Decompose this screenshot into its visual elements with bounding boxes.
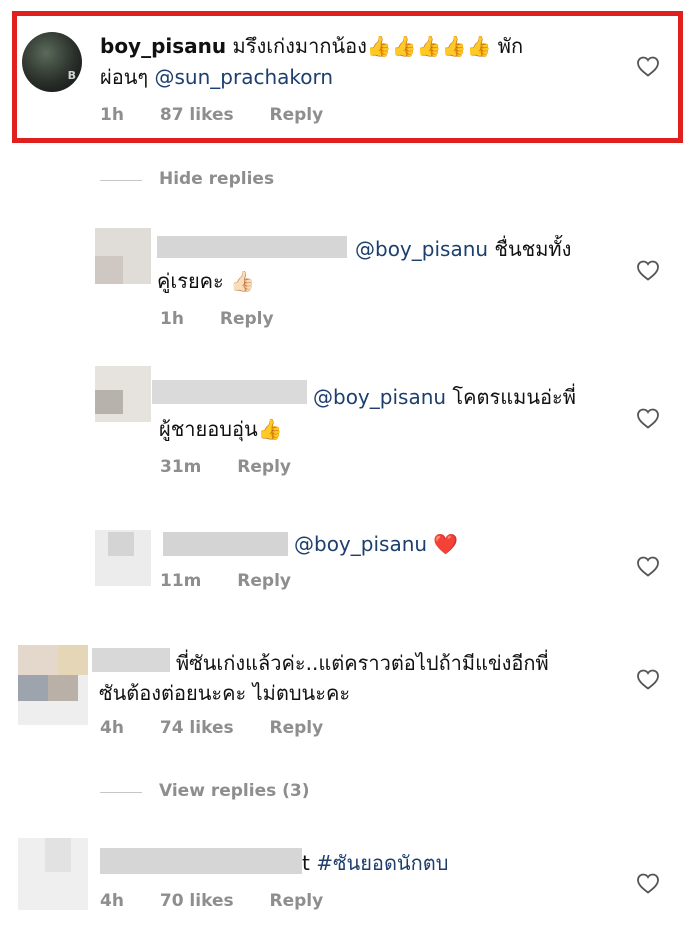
heart-outline-icon[interactable] <box>636 259 660 281</box>
avatar-pixel <box>45 838 71 872</box>
comment-meta: 4h 74 likes Reply <box>100 718 353 738</box>
comment-body: มรึงเก่งมากน้อง👍👍👍👍👍 พัก <box>232 34 524 58</box>
heart-outline-icon[interactable] <box>636 407 660 429</box>
avatar-pixel <box>95 390 123 414</box>
reply-button[interactable]: Reply <box>270 718 324 738</box>
timestamp: 4h <box>100 891 124 911</box>
comment-meta: 1h Reply <box>160 309 304 329</box>
likes-count[interactable]: 87 likes <box>160 105 234 125</box>
comment-body: t <box>302 851 317 875</box>
avatar-pixel <box>95 256 123 284</box>
comment-text-line2: คู่เรยคะ 👍🏻 <box>157 269 256 293</box>
avatar-pixel <box>108 532 134 556</box>
comment-text: @boy_pisanu ชื่นชมทั้ง <box>355 233 571 265</box>
avatar[interactable]: B <box>22 32 82 92</box>
comment-text: พี่ซันเก่งแล้วค่ะ..แต่คราวต่อไปถ้ามีแข่ง… <box>176 651 549 675</box>
comment-text-line2: ผู้ชายอบอุ่น👍 <box>159 417 283 441</box>
timestamp: 1h <box>160 309 184 329</box>
heart-outline-icon[interactable] <box>636 668 660 690</box>
comment-meta: 31m Reply <box>160 457 321 477</box>
comment-text-line2: ผ่อนๆ @sun_prachakorn <box>100 61 333 93</box>
mention-link[interactable]: @boy_pisanu <box>294 532 427 556</box>
reply-button[interactable]: Reply <box>237 457 291 477</box>
comment-body: ❤️ <box>427 532 459 556</box>
comment-body-cont: ผ่อนๆ <box>100 65 155 89</box>
hide-replies-button[interactable]: Hide replies <box>159 169 274 189</box>
likes-count[interactable]: 74 likes <box>160 718 234 738</box>
mention-link[interactable]: @boy_pisanu <box>313 385 446 409</box>
mention-link[interactable]: @sun_prachakorn <box>155 65 334 89</box>
comment-meta: 1h 87 likes Reply <box>100 105 353 125</box>
blurred-username <box>157 236 347 258</box>
comment-meta: 11m Reply <box>160 571 321 591</box>
avatar-tag: B <box>67 69 76 82</box>
comment-text: @boy_pisanu โคตรแมนอ่ะพี่ <box>313 381 576 413</box>
view-replies-button[interactable]: View replies (3) <box>159 781 310 801</box>
separator-line <box>100 792 142 793</box>
blurred-username <box>152 380 307 404</box>
avatar-pixel <box>18 675 48 701</box>
separator-line <box>100 180 142 181</box>
comment-body: โคตรแมนอ่ะพี่ <box>446 385 576 409</box>
timestamp: 4h <box>100 718 124 738</box>
mention-link[interactable]: @boy_pisanu <box>355 237 488 261</box>
comment-text: @boy_pisanu ❤️ <box>294 528 458 560</box>
avatar-pixel <box>58 645 88 675</box>
heart-outline-icon[interactable] <box>636 872 660 894</box>
blurred-username <box>163 532 288 556</box>
comment-meta: 4h 70 likes Reply <box>100 891 353 911</box>
timestamp: 11m <box>160 571 202 591</box>
timestamp: 1h <box>100 105 124 125</box>
avatar-pixel <box>48 675 78 701</box>
reply-button[interactable]: Reply <box>237 571 291 591</box>
blurred-username <box>100 848 302 874</box>
likes-count[interactable]: 70 likes <box>160 891 234 911</box>
blurred-username <box>92 648 170 672</box>
timestamp: 31m <box>160 457 202 477</box>
comment-text: t #ซันยอดนักตบ <box>302 847 448 879</box>
reply-button[interactable]: Reply <box>270 105 324 125</box>
heart-outline-icon[interactable] <box>636 55 660 77</box>
username[interactable]: boy_pisanu <box>100 34 226 58</box>
hashtag-link[interactable]: #ซันยอดนักตบ <box>316 851 448 875</box>
avatar-pixel <box>18 645 58 675</box>
reply-button[interactable]: Reply <box>270 891 324 911</box>
comment-body: ชื่นชมทั้ง <box>488 237 572 261</box>
heart-outline-icon[interactable] <box>636 555 660 577</box>
comment-text: boy_pisanu มรึงเก่งมากน้อง👍👍👍👍👍 พัก <box>100 30 523 62</box>
reply-button[interactable]: Reply <box>220 309 274 329</box>
comment-text-line2: ซันต้องต่อยนะคะ ไม่ตบนะคะ <box>99 681 351 705</box>
